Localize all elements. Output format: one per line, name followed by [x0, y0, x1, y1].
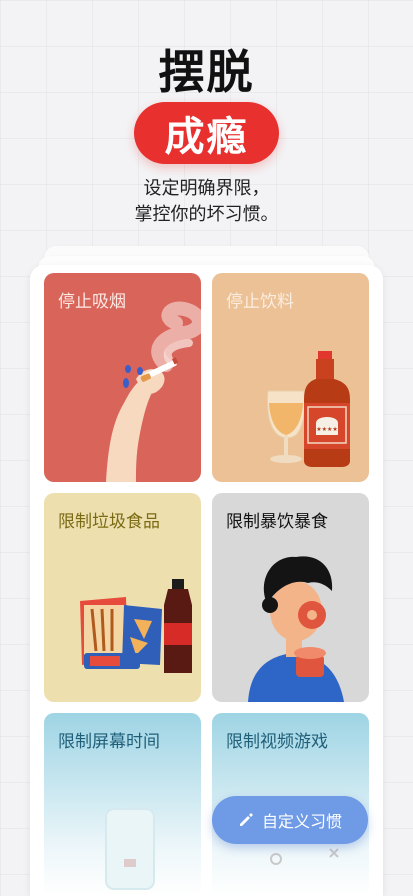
subtitle-line-1: 设定明确界限， [143, 178, 270, 199]
custom-habit-button[interactable]: 自定义习惯 [212, 796, 368, 844]
svg-text:★★★★: ★★★★ [316, 426, 338, 433]
highlight-badge: 成瘾 [134, 102, 279, 164]
phone-icon [105, 808, 155, 890]
pencil-icon [239, 813, 253, 826]
cigarette-hand-icon [106, 301, 201, 482]
liquor-bottle-icon: ★★★★ [266, 351, 350, 467]
custom-habit-label: 自定义习惯 [261, 812, 342, 831]
junk-food-icon [80, 579, 192, 673]
habit-card-limit-overeating[interactable]: 限制暴饮暴食 [212, 493, 369, 702]
habit-card-limit-screen-time[interactable]: 限制屏幕时间 [44, 713, 201, 896]
page-title: 摆脱 [158, 45, 255, 99]
subtitle-line-2: 掌控你的坏习惯。 [134, 204, 279, 225]
habit-card-stop-smoking[interactable]: 停止吸烟 [44, 273, 201, 482]
subtitle: 设定明确界限， 掌控你的坏习惯。 [0, 176, 413, 228]
overeating-person-icon [248, 556, 344, 702]
habit-card-limit-junk-food[interactable]: 限制垃圾食品 [44, 493, 201, 702]
habit-card-stop-drinks[interactable]: 停止饮料 ★★★★ [212, 273, 369, 482]
